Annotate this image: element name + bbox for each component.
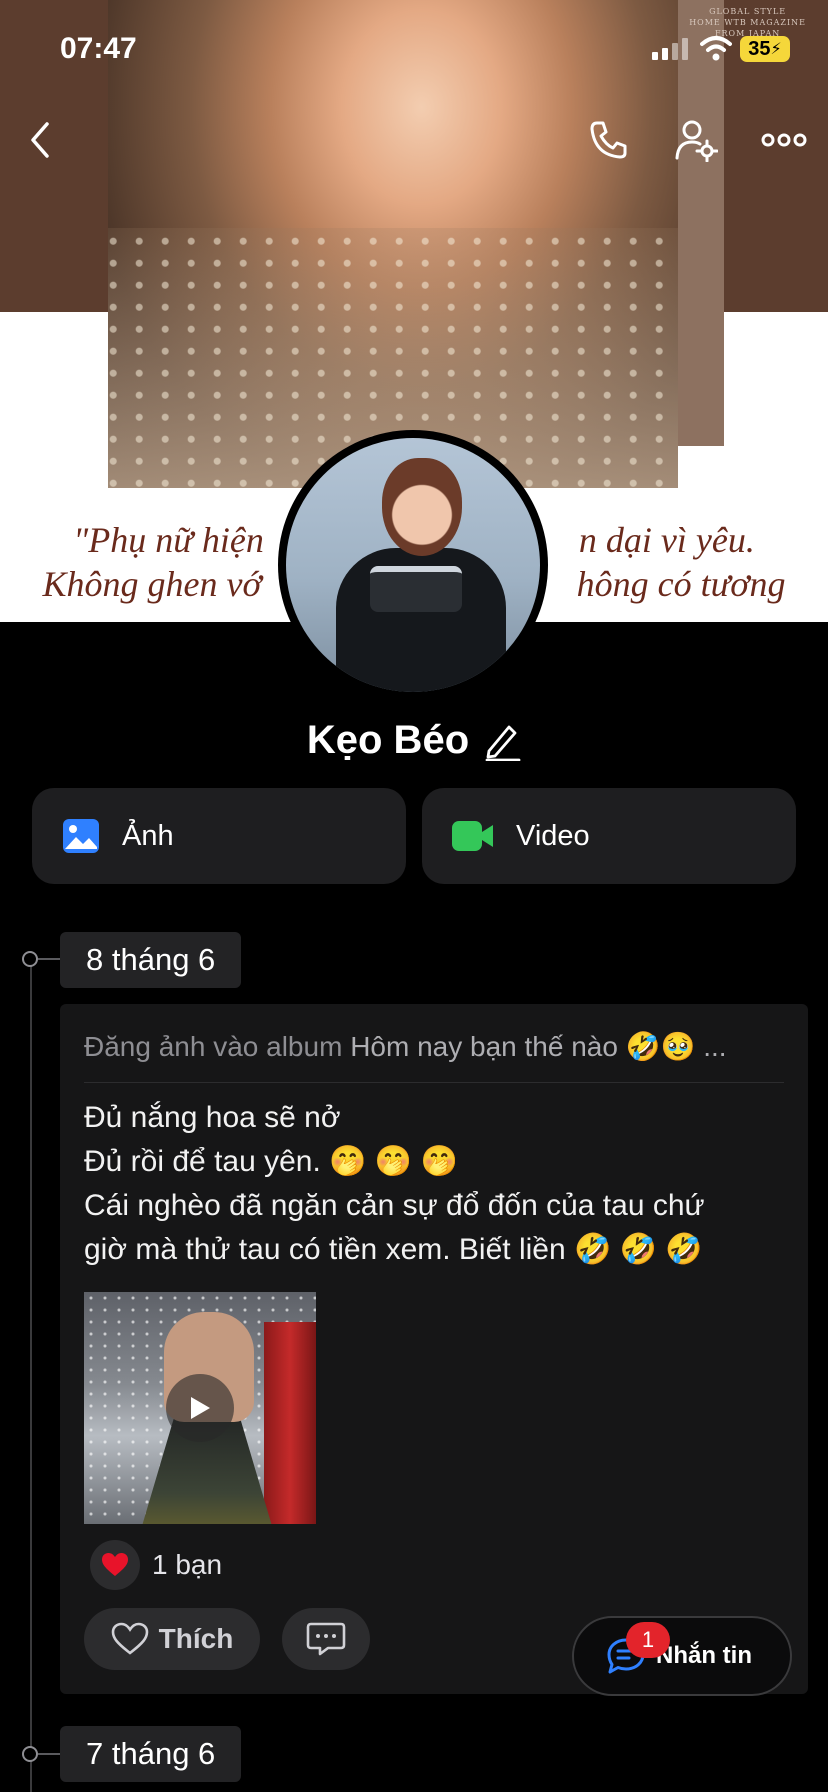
cover-image: [108, 0, 678, 488]
timeline-dot: [22, 951, 38, 967]
message-button[interactable]: Nhắn tin 1: [572, 1616, 792, 1696]
post-video-thumbnail[interactable]: [84, 1292, 316, 1524]
wifi-icon: [700, 36, 732, 61]
pencil-icon[interactable]: [483, 721, 521, 761]
signal-icon: [652, 38, 688, 60]
timeline-dot: [22, 1746, 38, 1762]
profile-name-row: Kẹo Béo: [0, 718, 828, 763]
timeline-line: [30, 958, 32, 1792]
post-header-prefix: Đăng ảnh vào album: [84, 1031, 343, 1062]
comment-icon: [306, 1622, 346, 1656]
video-label: Video: [516, 819, 590, 852]
user-settings-icon: [675, 120, 718, 162]
date-chip: 8 tháng 6: [60, 932, 242, 988]
status-bar: 07:47 35 ⚡: [0, 28, 828, 68]
post-text: Đủ nắng hoa sẽ nở Đủ rồi để tau yên. 🤭 🤭…: [84, 1096, 784, 1272]
post-header[interactable]: Đăng ảnh vào album Hôm nay bạn thế nào 🤣…: [84, 1030, 784, 1063]
post-text-line: giờ mà thử tau có tiền xem. Biết liền 🤣 …: [84, 1233, 703, 1266]
reaction-count: 1 bạn: [152, 1549, 223, 1580]
heart-icon: [111, 1622, 148, 1655]
photos-label: Ảnh: [122, 819, 174, 852]
post-album-name[interactable]: Hôm nay bạn thế nào 🤣🥹 ...: [350, 1031, 726, 1062]
post-text-line: Đủ rồi để tau yên. 🤭 🤭 🤭: [84, 1145, 458, 1178]
post-text-line: Cái nghèo đã ngăn cản sự đổ đốn của tau …: [84, 1189, 705, 1222]
unread-badge: 1: [626, 1622, 670, 1658]
phone-icon: [590, 121, 627, 159]
status-time: 07:47: [60, 32, 137, 65]
profile-settings-button[interactable]: [672, 116, 720, 164]
play-icon: [166, 1374, 234, 1442]
post-divider: [84, 1082, 784, 1083]
video-button[interactable]: Video: [422, 788, 796, 884]
profile-name: Kẹo Béo: [306, 718, 470, 762]
comment-button[interactable]: [282, 1608, 370, 1670]
avatar-image: [286, 438, 540, 692]
back-button[interactable]: [16, 116, 64, 164]
photos-button[interactable]: Ảnh: [32, 788, 406, 884]
battery-level: 35: [748, 37, 771, 60]
more-options-button[interactable]: [760, 116, 808, 164]
heart-icon: [90, 1540, 140, 1590]
date-chip: 7 tháng 6: [60, 1726, 242, 1782]
video-camera-icon: [452, 821, 493, 851]
message-label: Nhắn tin: [656, 1642, 752, 1669]
chevron-left-icon: [31, 122, 49, 158]
reaction-summary[interactable]: 1 bạn: [90, 1540, 222, 1590]
battery-indicator: 35 ⚡: [740, 36, 790, 62]
more-icon: [761, 133, 807, 147]
post-text-line: Đủ nắng hoa sẽ nở: [84, 1101, 341, 1134]
image-icon: [63, 819, 99, 853]
like-button[interactable]: Thích: [84, 1608, 260, 1670]
like-label: Thích: [158, 1623, 234, 1654]
avatar[interactable]: [278, 430, 548, 700]
call-button[interactable]: [584, 116, 632, 164]
post-card[interactable]: Đăng ảnh vào album Hôm nay bạn thế nào 🤣…: [60, 1004, 808, 1694]
